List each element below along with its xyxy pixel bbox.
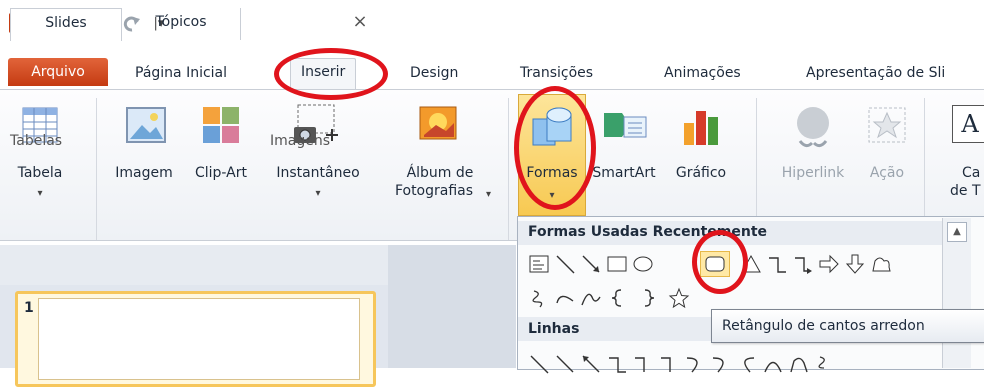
tab-outline[interactable]: Tópicos	[122, 8, 241, 40]
left-brace-shape-icon[interactable]	[606, 287, 628, 309]
screenshot-label: Instantâneo	[276, 165, 360, 181]
clipart-icon	[203, 107, 239, 143]
elbow-arrow-connector-shape-icon[interactable]	[792, 253, 814, 275]
scroll-up-icon[interactable]: ▲	[947, 222, 967, 242]
photo-album-label-line1: Álbum de	[406, 165, 474, 181]
freeform-shape-icon[interactable]	[788, 353, 810, 375]
elbow-connector-shape-icon[interactable]	[766, 253, 788, 275]
freeform-shape-icon[interactable]	[870, 253, 892, 275]
annotation-circle-rounded-rectangle	[692, 230, 748, 294]
shape-tooltip: Retângulo de cantos arredon	[711, 309, 984, 343]
hyperlink-button[interactable]: Hiperlink	[766, 101, 860, 221]
screenshot-button[interactable]: Instantâneo ▾	[262, 101, 374, 221]
scribble-shape-icon[interactable]	[528, 287, 550, 309]
star-shape-icon[interactable]	[668, 287, 690, 309]
globe-link-icon	[797, 107, 829, 148]
tab-design[interactable]: Design	[410, 60, 458, 86]
picture-icon	[126, 107, 166, 143]
photo-album-button[interactable]: Álbum de Fotografias ▾	[378, 101, 502, 221]
elbow-double-arrow-connector-shape-icon[interactable]	[658, 353, 680, 375]
action-label: Ação	[869, 165, 905, 181]
annotation-circle-shapes-button	[514, 86, 596, 210]
table-label: Tabela	[17, 165, 63, 181]
tab-file[interactable]: Arquivo	[8, 58, 108, 86]
right-arrow-shape-icon[interactable]	[818, 253, 840, 275]
oval-shape-icon[interactable]	[632, 253, 654, 275]
shapes-gallery: Formas Usadas Recentemente Linhas	[517, 216, 984, 374]
table-dropdown-icon: ▾	[37, 188, 43, 199]
double-arrow-line-shape-icon[interactable]	[580, 353, 602, 375]
photo-album-icon	[419, 106, 457, 140]
textbox-icon: A	[952, 105, 984, 143]
tab-transitions[interactable]: Transições	[520, 60, 593, 86]
curved-arrow-connector-shape-icon[interactable]	[710, 353, 732, 375]
image-button[interactable]: Imagem	[106, 101, 182, 221]
clipart-label: Clip-Art	[194, 165, 247, 181]
group-separator	[96, 98, 97, 240]
tab-animations[interactable]: Animações	[664, 60, 741, 86]
arrow-line-shape-icon[interactable]	[580, 253, 602, 275]
smartart-label: SmartArt	[592, 165, 656, 181]
elbow-arrow-connector-shape-icon[interactable]	[632, 353, 654, 375]
curved-double-arrow-connector-shape-icon[interactable]	[736, 353, 758, 375]
group-separator	[508, 98, 509, 240]
line-shape-icon[interactable]	[554, 253, 576, 275]
line-shape-icon[interactable]	[528, 353, 550, 375]
arc-shape-icon[interactable]	[554, 287, 576, 309]
rectangle-shape-icon[interactable]	[606, 253, 628, 275]
textbox-label-line1: Ca	[962, 165, 981, 181]
scribble-shape-icon[interactable]	[814, 353, 836, 375]
right-brace-shape-icon[interactable]	[638, 287, 660, 309]
tab-slideshow[interactable]: Apresentação de Sli	[806, 60, 945, 86]
slide-number: 1	[24, 300, 34, 316]
chart-button[interactable]: Gráfico	[664, 101, 738, 221]
textbox-button[interactable]: A Ca de T	[936, 101, 984, 221]
photo-album-dropdown-icon: ▾	[486, 189, 492, 200]
down-arrow-shape-icon[interactable]	[844, 253, 866, 275]
gallery-scrollbar[interactable]: ▲	[942, 218, 971, 368]
curved-connector-shape-icon[interactable]	[684, 353, 706, 375]
smartart-icon	[604, 113, 647, 138]
textbox-shape-icon[interactable]	[528, 253, 550, 275]
tab-home[interactable]: Página Inicial	[135, 60, 227, 86]
action-star-icon	[868, 107, 906, 143]
slides-pane-tabs	[0, 245, 388, 286]
table-button[interactable]: Tabela ▾	[10, 101, 70, 221]
smartart-button[interactable]: SmartArt	[586, 101, 662, 221]
arrow-line-shape-icon[interactable]	[554, 353, 576, 375]
hyperlink-label: Hiperlink	[781, 165, 845, 181]
lines-header: Linhas	[528, 321, 580, 337]
editor-background	[388, 245, 516, 368]
chart-icon	[684, 111, 718, 145]
textbox-label-line2: de T	[950, 183, 981, 199]
image-label: Imagem	[115, 165, 173, 181]
annotation-circle-insert-tab	[274, 48, 388, 100]
action-button[interactable]: Ação	[860, 101, 914, 221]
group-label-tables: Tabelas	[10, 133, 63, 149]
elbow-connector-shape-icon[interactable]	[606, 353, 628, 375]
group-label-images: Imagens	[270, 133, 331, 149]
curve-shape-icon[interactable]	[762, 353, 784, 375]
photo-album-label-line2: Fotografias	[394, 183, 474, 199]
chart-label: Gráfico	[675, 165, 727, 181]
screenshot-dropdown-icon: ▾	[315, 188, 321, 199]
curve-shape-icon[interactable]	[580, 287, 602, 309]
clipart-button[interactable]: Clip-Art	[184, 101, 258, 221]
tab-slides[interactable]: Slides	[10, 8, 122, 41]
close-pane-icon[interactable]: ×	[345, 8, 375, 40]
